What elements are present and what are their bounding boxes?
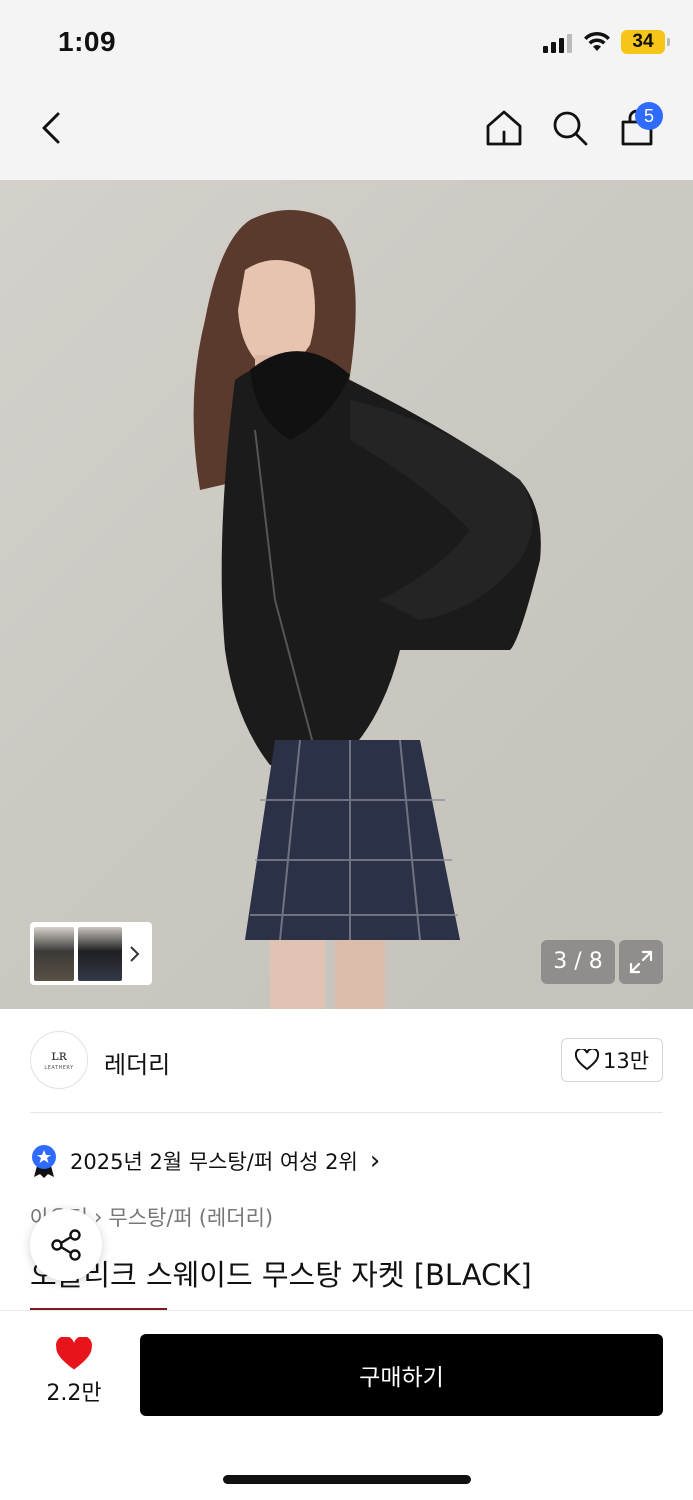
expand-icon [629,950,653,974]
heart-filled-icon [56,1337,92,1370]
brand-logo-text: LEATHERY [44,1065,74,1071]
image-counter: 3 / 8 [541,940,615,984]
wifi-icon [584,31,610,51]
cellular-signal-icon [543,34,572,53]
breadcrumb-item[interactable]: 무스탕/퍼 [108,1202,192,1232]
ranking-text: 2025년 2월 무스탕/퍼 여성 2위 [70,1150,358,1174]
product-image[interactable]: 3 / 8 [0,180,693,1009]
brand-like-button[interactable]: 13만 [561,1038,663,1082]
buy-button[interactable]: 구매하기 [140,1334,663,1416]
expand-button[interactable] [619,940,663,984]
wishlist-button[interactable]: 2.2만 [32,1337,116,1417]
status-time: 1:09 [58,26,117,57]
thumbnail-image [34,926,74,981]
ranking-badge-icon [32,1145,56,1178]
heart-outline-icon [574,1049,599,1071]
battery-indicator: 34 [621,30,670,54]
share-button[interactable] [30,1209,102,1281]
cart-count-badge: 5 [635,102,663,130]
cart-button[interactable]: 5 [613,102,663,152]
thumbnail-strip[interactable] [30,922,152,985]
product-title: 오블리크 스웨이드 무스탕 자켓 [BLACK] [30,1258,532,1292]
top-navigation-bar: 5 [0,86,693,180]
brand-name[interactable]: 레더리 [104,1045,170,1080]
brand-logo[interactable]: ʟʀ LEATHERY [30,1031,88,1089]
divider [30,1112,663,1113]
chevron-left-icon [42,112,60,144]
chevron-right-icon [130,945,140,962]
model-photo [193,210,541,1009]
search-button[interactable] [546,104,594,152]
share-icon [51,1229,81,1261]
ranking-chevron: › [369,1146,381,1176]
thumbnail-image [78,926,122,981]
ranking-link[interactable]: 2025년 2월 무스탕/퍼 여성 2위 › [30,1143,380,1179]
breadcrumb-item[interactable]: (레더리) [199,1202,273,1232]
wishlist-count: 2.2만 [46,1381,102,1406]
home-icon [486,110,522,146]
status-bar: 1:09 34 [0,0,693,86]
brand-like-count: 13만 [602,1049,650,1073]
brand-logo-mark: ʟʀ [51,1048,67,1064]
back-button[interactable] [28,104,76,152]
home-button[interactable] [480,104,528,152]
bottom-purchase-bar: 2.2만 구매하기 [0,1310,693,1500]
brand-row: ʟʀ LEATHERY 레더리 13만 [0,1009,693,1113]
search-icon [553,111,588,146]
home-indicator [223,1475,471,1484]
